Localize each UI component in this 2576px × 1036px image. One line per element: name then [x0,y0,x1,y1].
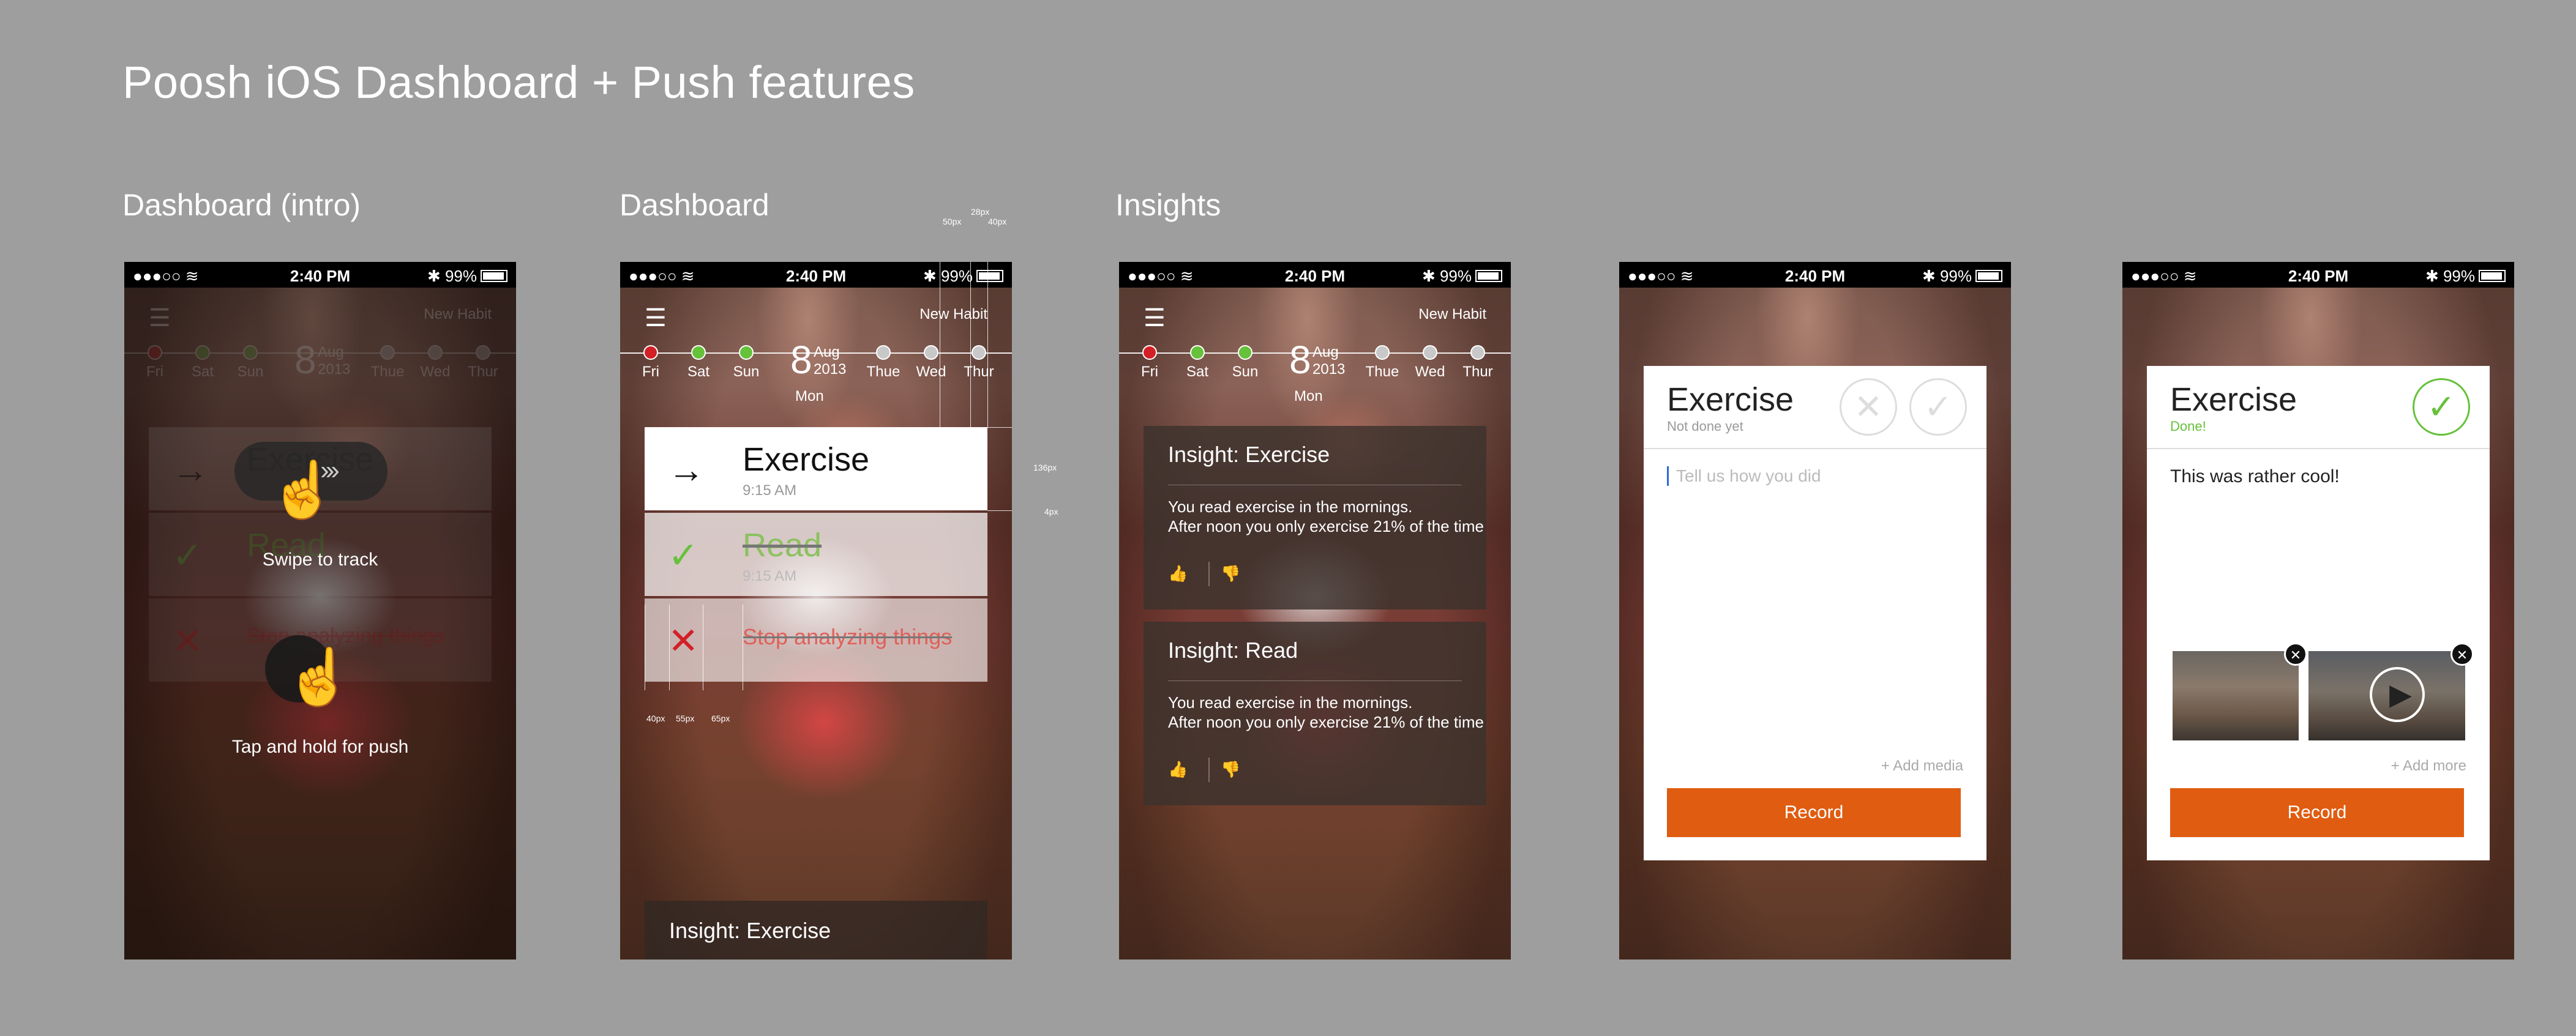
measure-label: 65px [711,714,730,723]
habit-time: 9:15 AM [743,568,797,584]
day-thur[interactable]: Thur [1459,345,1496,381]
date-number: 8 [790,338,812,382]
new-habit-button[interactable]: New Habit [919,306,987,323]
screen-label-dashboard: Dashboard [620,188,769,222]
hamburger-icon[interactable]: ☰ [645,306,667,330]
battery-icon: ✱ 99% [923,267,1003,286]
status-bar: ●●●○○ ≋ 2:40 PM ✱ 99% [124,262,516,288]
phone-dashboard: ●●●○○ ≋ 2:40 PM ✱ 99% ☰ New Habit Fri Sa… [620,262,1012,960]
status-bar: ●●●○○ ≋ 2:40 PM ✱ 99% [620,262,1012,288]
day-sun[interactable]: Sun [1227,345,1264,381]
measure-label: 136px [1033,463,1057,472]
thumbs-down-icon[interactable]: 👎 [1221,564,1240,583]
day-sat[interactable]: Sat [1179,345,1216,381]
swipe-hand-icon: ☝ [269,460,338,521]
day-thue[interactable]: Thue [865,345,902,381]
status-bar: ●●●○○ ≋ 2:40 PM ✱ 99% [1619,262,2011,288]
habit-row-read[interactable]: ✓ Read 9:15 AM [645,513,987,596]
measure-label: 55px [676,714,695,723]
battery-icon: ✱ 99% [2425,267,2506,286]
date-weekday: Mon [795,388,824,404]
new-habit-button[interactable]: New Habit [1418,306,1486,323]
day-sat[interactable]: Sat [680,345,717,381]
screen-label-intro: Dashboard (intro) [122,188,361,222]
insight-title: Insight: Exercise [1168,442,1330,467]
play-icon[interactable]: ▶ [2370,667,2425,722]
track-card: Exercise Not done yet ✕ ✓ Tell us how yo… [1644,366,1986,860]
thumbs-up-icon[interactable]: 👍 [1168,564,1188,583]
date-month-year: Aug 2013 [1312,344,1346,378]
habit-name: Read [743,527,822,564]
record-button[interactable]: Record [2170,788,2464,837]
add-more-link[interactable]: + Add more [2391,758,2466,775]
swipe-hint-text: Swipe to track [262,550,378,570]
card-title: Exercise [2170,381,2297,418]
measure-label: 50px [943,217,962,226]
day-thue[interactable]: Thue [1364,345,1401,381]
habit-time: 9:15 AM [743,482,797,499]
status-bar: ●●●○○ ≋ 2:40 PM ✱ 99% [2122,262,2514,288]
check-icon: ✓ [668,535,699,576]
note-input[interactable]: Tell us how you did [1667,466,1970,486]
date-number: 8 [1289,338,1311,382]
phone-insights: ●●●○○ ≋ 2:40 PM ✱ 99% ☰ New Habit Fri Sa… [1119,262,1511,960]
insight-text: You read exercise in the mornings. After … [1168,693,1484,731]
thumbs-up-icon[interactable]: 👍 [1168,760,1188,779]
day-selector[interactable]: Fri Sat Sun 8 Aug 2013 Mon Thue Wed Thur [620,340,1012,408]
day-fri[interactable]: Fri [632,345,669,381]
day-selector[interactable]: Fri Sat Sun 8 Aug 2013 Mon Thue Wed Thur [1119,340,1511,408]
thumbs-down-icon[interactable]: 👎 [1221,760,1240,779]
status-bar: ●●●○○ ≋ 2:40 PM ✱ 99% [1119,262,1511,288]
tap-hint-text: Tap and hold for push [231,737,409,757]
battery-icon: ✱ 99% [1422,267,1502,286]
habit-name: Exercise [743,441,870,478]
measure-label: 4px [1044,507,1058,516]
battery-icon: ✱ 99% [427,267,507,286]
insight-card-read[interactable]: Insight: Read You read exercise in the m… [1144,622,1486,805]
day-sun[interactable]: Sun [728,345,765,381]
measure-label: 40px [988,217,1007,226]
phone-track-entry: ●●●○○ ≋ 2:40 PM ✱ 99% Exercise Not done … [1619,262,2011,960]
record-button[interactable]: Record [1667,788,1961,837]
screen-label-insights: Insights [1115,188,1221,222]
media-thumb-video[interactable]: ▶ ✕ [2308,643,2474,740]
page-title: Poosh iOS Dashboard + Push features [122,57,915,108]
done-card: Exercise Done! ✓ This was rather cool! ✕… [2147,366,2490,860]
remove-media-icon[interactable]: ✕ [2284,643,2307,666]
note-text[interactable]: This was rather cool! [2170,466,2340,487]
card-status: Done! [2170,419,2206,434]
day-thur[interactable]: Thur [960,345,997,381]
phone-track-done: ●●●○○ ≋ 2:40 PM ✱ 99% Exercise Done! ✓ T… [2122,262,2514,960]
day-fri[interactable]: Fri [1131,345,1168,381]
insight-bar-text: Insight: Exercise [669,918,831,943]
insight-text: You read exercise in the mornings. After … [1168,498,1484,535]
done-button[interactable]: ✓ [1909,378,1967,436]
hamburger-icon[interactable]: ☰ [1144,306,1166,330]
insight-bar[interactable]: Insight: Exercise [645,901,987,960]
cross-icon: ✕ [668,620,699,661]
measure-label: 28px [971,207,990,217]
phone-dashboard-intro: ●●●○○ ≋ 2:40 PM ✱ 99% ☰ New Habit Fri Sa… [124,262,516,960]
media-thumb-photo[interactable]: ✕ [2173,643,2307,740]
battery-icon: ✱ 99% [1922,267,2002,286]
day-wed[interactable]: Wed [1412,345,1448,381]
habit-row-exercise[interactable]: → Exercise 9:15 AM [645,427,987,510]
card-status: Not done yet [1667,419,1743,434]
arrow-right-icon: → [668,449,705,490]
card-title: Exercise [1667,381,1794,418]
remove-media-icon[interactable]: ✕ [2451,643,2474,666]
done-check-icon[interactable]: ✓ [2413,378,2470,436]
measure-label: 40px [646,714,665,723]
insight-title: Insight: Read [1168,638,1298,663]
tap-hand-icon: ☝ [285,647,354,708]
day-wed[interactable]: Wed [913,345,949,381]
add-media-link[interactable]: + Add media [1881,758,1963,775]
skip-button[interactable]: ✕ [1840,378,1897,436]
habit-row-stop[interactable]: ✕ Stop analyzing things [645,598,987,682]
insight-card-exercise[interactable]: Insight: Exercise You read exercise in t… [1144,426,1486,609]
habit-name: Stop analyzing things [743,624,953,649]
date-month-year: Aug 2013 [814,344,847,378]
date-weekday: Mon [1294,388,1323,404]
